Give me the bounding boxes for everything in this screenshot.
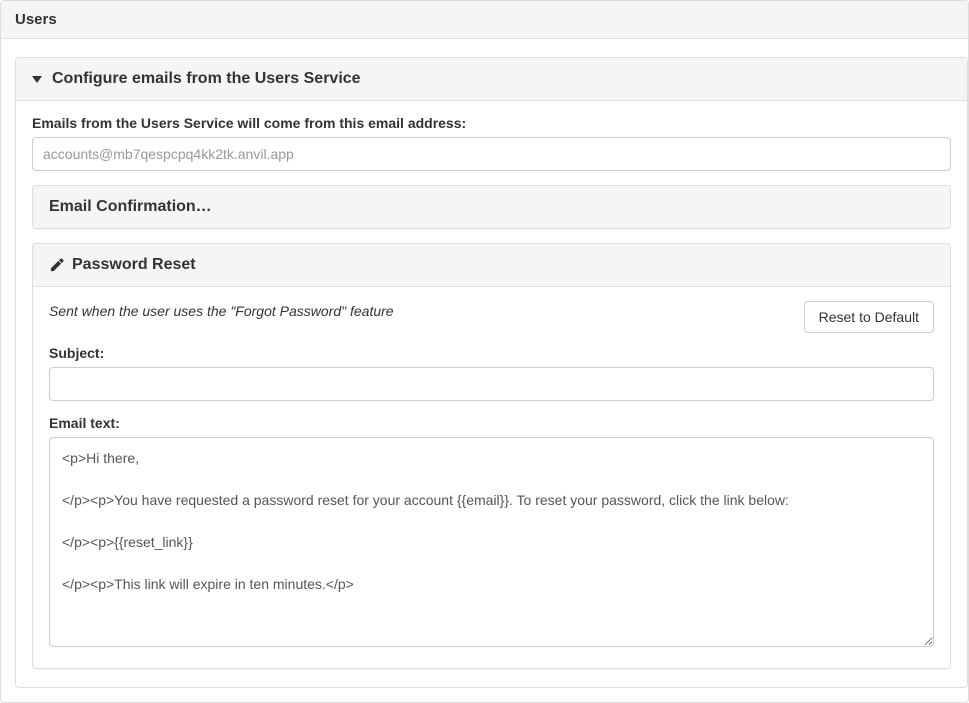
configure-emails-body: Emails from the Users Service will come …: [16, 101, 967, 687]
password-reset-title: Password Reset: [72, 256, 196, 274]
configure-emails-panel: Configure emails from the Users Service …: [15, 57, 968, 688]
subject-group: Subject:: [49, 345, 934, 401]
password-reset-header[interactable]: Password Reset: [33, 244, 950, 287]
configure-emails-header[interactable]: Configure emails from the Users Service: [16, 58, 967, 101]
password-reset-description: Sent when the user uses the "Forgot Pass…: [49, 301, 394, 319]
password-reset-desc-row: Sent when the user uses the "Forgot Pass…: [49, 301, 934, 333]
subject-input[interactable]: [49, 367, 934, 401]
email-text-label: Email text:: [49, 415, 934, 431]
users-panel-body: Configure emails from the Users Service …: [1, 39, 968, 688]
email-text-input[interactable]: <p>Hi there, </p><p>You have requested a…: [49, 437, 934, 647]
password-reset-panel: Password Reset Sent when the user uses t…: [32, 243, 951, 669]
users-panel-title: Users: [15, 11, 57, 28]
reset-to-default-button[interactable]: Reset to Default: [804, 301, 934, 333]
chevron-down-icon: [32, 76, 42, 83]
password-reset-body: Sent when the user uses the "Forgot Pass…: [33, 287, 950, 668]
from-address-group: Emails from the Users Service will come …: [32, 115, 951, 171]
users-panel: Users Configure emails from the Users Se…: [0, 0, 969, 703]
pencil-icon: [49, 258, 64, 273]
from-address-input[interactable]: [32, 137, 951, 171]
email-text-group: Email text: <p>Hi there, </p><p>You have…: [49, 415, 934, 650]
configure-emails-title: Configure emails from the Users Service: [52, 70, 361, 88]
users-panel-header: Users: [1, 1, 968, 39]
email-confirmation-panel: Email Confirmation…: [32, 185, 951, 229]
subject-label: Subject:: [49, 345, 934, 361]
from-address-label: Emails from the Users Service will come …: [32, 115, 951, 131]
email-confirmation-header[interactable]: Email Confirmation…: [33, 186, 950, 228]
email-confirmation-title: Email Confirmation…: [49, 198, 212, 216]
